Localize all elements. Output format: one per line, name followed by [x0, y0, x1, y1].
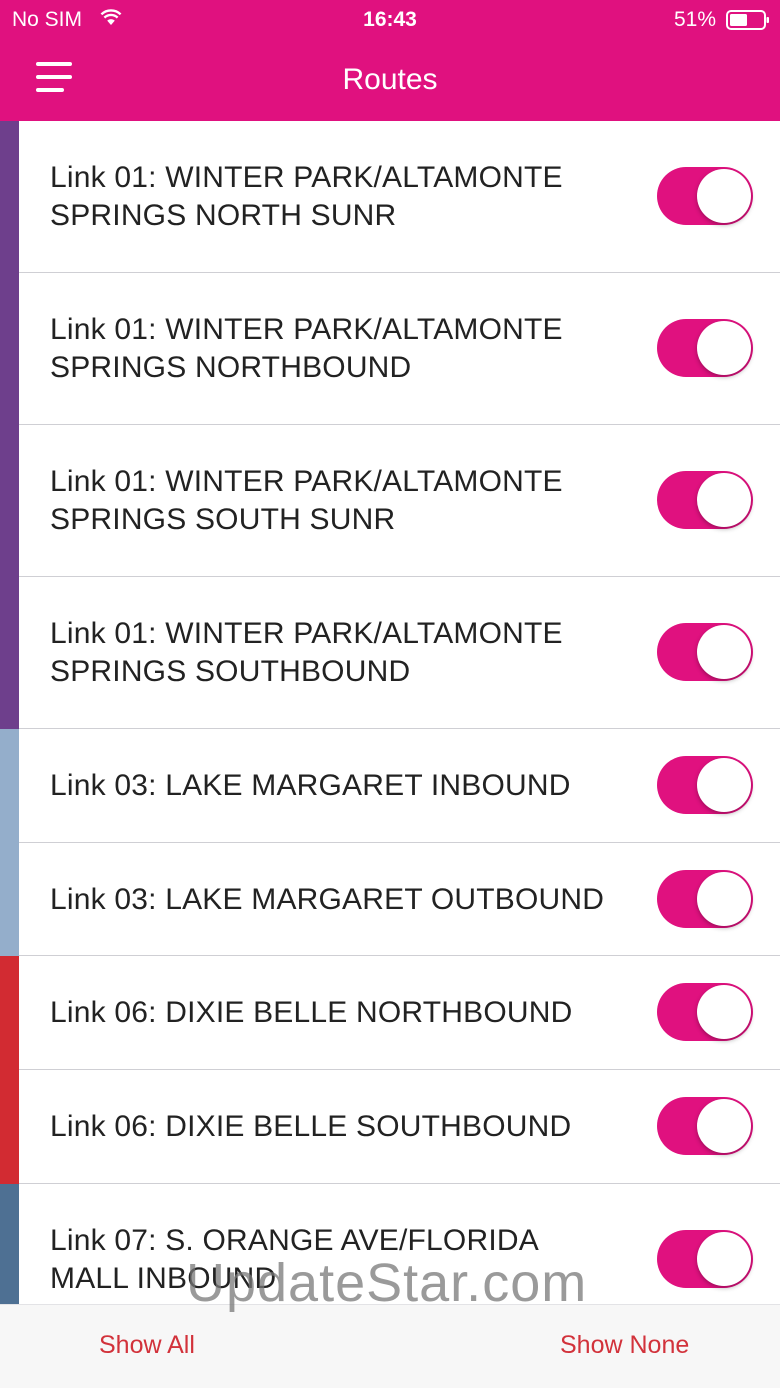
route-label-line1: Link 01: WINTER PARK/ALTAMONTE — [50, 313, 563, 346]
route-color-stripe — [0, 956, 19, 1070]
route-label: Link 01: WINTER PARK/ALTAMONTE SPRINGS N… — [50, 159, 630, 235]
toggle-knob — [697, 1099, 751, 1153]
toggle-knob — [697, 625, 751, 679]
route-row: Link 01: WINTER PARK/ALTAMONTE SPRINGS S… — [0, 577, 780, 729]
route-row: Link 07: S. ORANGE AVE/FLORIDA MALL INBO… — [0, 1184, 780, 1304]
route-row: Link 06: DIXIE BELLE SOUTHBOUND — [0, 1070, 780, 1184]
route-color-stripe — [0, 425, 19, 577]
route-row: Link 03: LAKE MARGARET OUTBOUND — [0, 843, 780, 956]
toggle-knob — [697, 985, 751, 1039]
route-toggle[interactable] — [657, 623, 753, 681]
route-label-line1: Link 06: DIXIE BELLE SOUTHBOUND — [50, 1110, 572, 1143]
route-label-line2: SPRINGS SOUTH SUNR — [50, 503, 396, 536]
clock: 16:43 — [363, 8, 417, 31]
route-label-line1: Link 01: WINTER PARK/ALTAMONTE — [50, 161, 563, 194]
route-toggle[interactable] — [657, 869, 753, 928]
toggle-knob — [697, 758, 751, 812]
route-label-line1: Link 06: DIXIE BELLE NORTHBOUND — [50, 996, 573, 1029]
route-label-line1: Link 01: WINTER PARK/ALTAMONTE — [50, 465, 563, 498]
route-row: Link 01: WINTER PARK/ALTAMONTE SPRINGS N… — [0, 121, 780, 273]
route-label: Link 01: WINTER PARK/ALTAMONTE SPRINGS S… — [50, 615, 630, 691]
route-toggle[interactable] — [657, 983, 753, 1041]
route-label-line1: Link 03: LAKE MARGARET INBOUND — [50, 769, 571, 802]
route-row: Link 01: WINTER PARK/ALTAMONTE SPRINGS S… — [0, 425, 780, 577]
toggle-knob — [697, 473, 751, 527]
show-none-button[interactable]: Show None — [560, 1331, 689, 1360]
battery-percentage: 51% — [673, 8, 716, 31]
status-bar: No SIM 16:43 51% — [0, 0, 780, 40]
route-label: Link 06: DIXIE BELLE SOUTHBOUND — [50, 1108, 630, 1146]
route-color-stripe — [0, 273, 19, 425]
route-color-stripe — [0, 121, 19, 273]
route-label: Link 03: LAKE MARGARET INBOUND — [50, 767, 630, 805]
route-label-line2: MALL INBOUND — [50, 1262, 277, 1295]
route-row: Link 06: DIXIE BELLE NORTHBOUND — [0, 956, 780, 1070]
route-color-stripe — [0, 843, 19, 956]
route-toggle[interactable] — [657, 1230, 753, 1288]
toggle-knob — [697, 871, 751, 926]
route-toggle[interactable] — [657, 756, 753, 814]
route-toggle[interactable] — [657, 167, 753, 225]
route-label: Link 03: LAKE MARGARET OUTBOUND — [50, 881, 630, 919]
route-label-line1: Link 03: LAKE MARGARET OUTBOUND — [50, 882, 605, 916]
route-label-line2: SPRINGS NORTHBOUND — [50, 351, 412, 384]
route-color-stripe — [0, 577, 19, 729]
routes-list[interactable]: Link 01: WINTER PARK/ALTAMONTE SPRINGS N… — [0, 121, 780, 1304]
navigation-bar: No SIM 16:43 51% Routes — [0, 0, 780, 121]
route-color-stripe — [0, 1184, 19, 1304]
route-label-line1: Link 01: WINTER PARK/ALTAMONTE — [50, 617, 563, 650]
route-label: Link 07: S. ORANGE AVE/FLORIDA MALL INBO… — [50, 1222, 630, 1298]
route-label-line2: SPRINGS SOUTHBOUND — [50, 655, 411, 688]
toggle-knob — [697, 1232, 751, 1286]
route-color-stripe — [0, 729, 19, 843]
bottom-toolbar: Show All Show None — [0, 1304, 780, 1388]
route-label-line2: SPRINGS NORTH SUNR — [50, 199, 397, 232]
route-label: Link 01: WINTER PARK/ALTAMONTE SPRINGS N… — [50, 311, 630, 387]
show-all-button[interactable]: Show All — [99, 1331, 195, 1360]
route-row: Link 03: LAKE MARGARET INBOUND — [0, 729, 780, 843]
route-toggle[interactable] — [657, 471, 753, 529]
route-label: Link 06: DIXIE BELLE NORTHBOUND — [50, 994, 630, 1032]
route-label-line1: Link 07: S. ORANGE AVE/FLORIDA — [50, 1224, 539, 1257]
route-toggle[interactable] — [657, 319, 753, 377]
toggle-knob — [697, 169, 751, 223]
toggle-knob — [697, 321, 751, 375]
route-toggle[interactable] — [657, 1097, 753, 1155]
page-title: Routes — [342, 63, 438, 96]
battery-icon — [726, 10, 769, 30]
route-row: Link 01: WINTER PARK/ALTAMONTE SPRINGS N… — [0, 273, 780, 425]
route-color-stripe — [0, 1070, 19, 1184]
route-label: Link 01: WINTER PARK/ALTAMONTE SPRINGS S… — [50, 463, 630, 539]
